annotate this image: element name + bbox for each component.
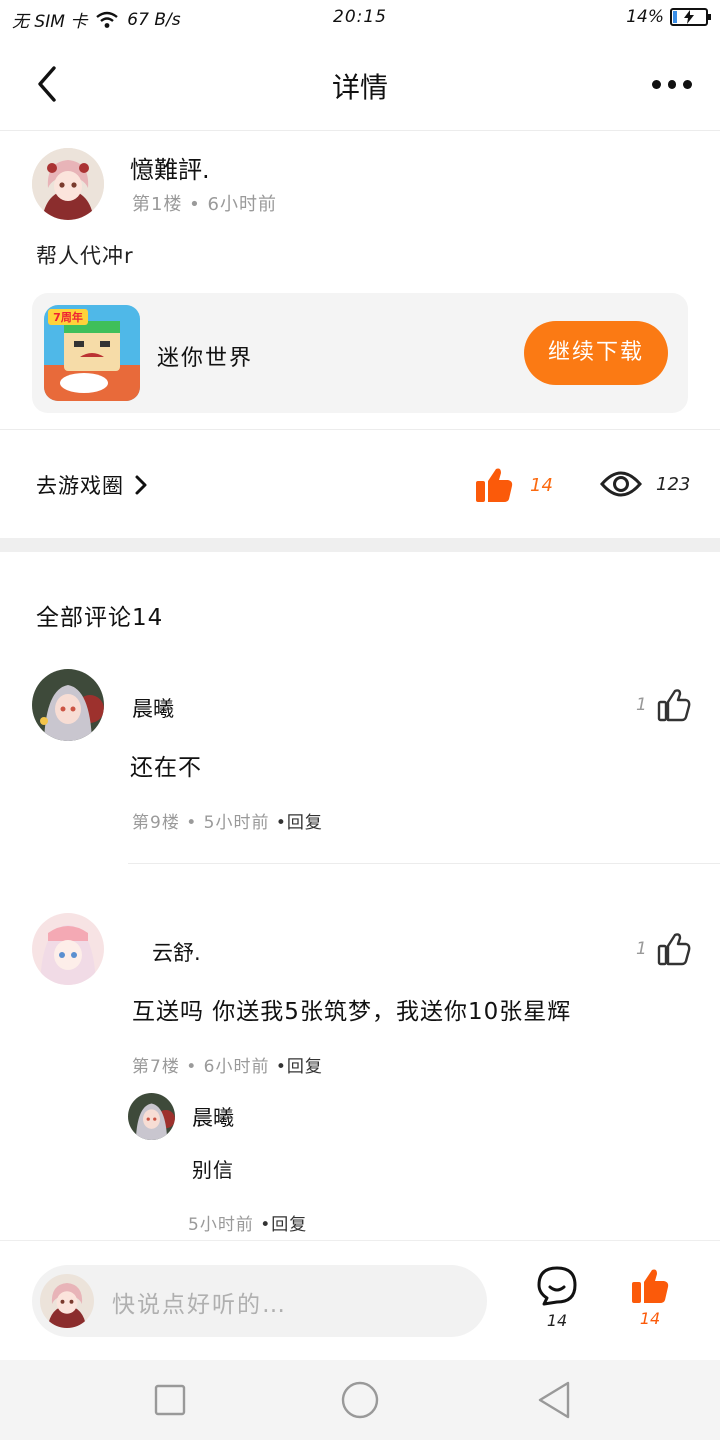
chevron-right-icon [135,475,147,495]
game-name: 迷你世界 [157,346,254,371]
thumbs-up-outline-icon [657,933,691,966]
comments-header: 全部评论14 [36,605,164,631]
sub-reply-time: 5小时前 [188,1215,254,1235]
sub-reply-meta: 5小时前 •回复 [188,1210,307,1235]
battery-icon [670,8,711,26]
avatar-image [40,1274,94,1328]
comment-text: 互送吗 你送我5张筑梦，我送你10张星辉 [132,999,572,1025]
go-game-circle-link[interactable]: 去游戏圈 [36,470,148,500]
comment-like-count: 1 [636,695,647,715]
bottom-like-button[interactable]: 14 [630,1267,670,1328]
comment-divider [128,863,720,864]
more-button[interactable] [652,72,693,96]
avatar-image [32,913,104,985]
post-views: 123 [600,464,690,504]
system-nav-bar [0,1360,720,1440]
avatar-image [128,1093,175,1140]
thumbs-up-icon [632,1269,669,1303]
comment-meta: 第7楼 • 6小时前 •回复 [132,1052,323,1077]
thumbs-up-outline-icon [657,689,691,722]
nav-divider [0,130,720,131]
game-icon-badge: 7周年 [53,310,83,324]
comment-author[interactable]: 云舒. [152,937,201,967]
more-icon-dot [667,79,677,89]
sub-reply-avatar[interactable] [128,1093,175,1140]
more-icon-dot [683,79,693,89]
more-icon-dot [652,79,661,89]
reply-link[interactable]: •回复 [260,1215,307,1235]
battery-fill [673,11,678,23]
post-like-count: 14 [530,474,553,496]
back-triangle-icon[interactable] [536,1380,572,1420]
game-icon-image: 7周年 [44,305,140,401]
comment-like-button[interactable]: 1 [636,688,691,722]
comment-count-button[interactable]: 14 [536,1265,578,1330]
section-separator [0,538,720,552]
bottom-like-count: 14 [639,1309,661,1328]
continue-download-button[interactable]: 继续下载 [524,321,668,385]
post-like-button[interactable]: 14 [474,466,553,504]
comment-count: 14 [546,1311,568,1330]
comment-meta: 第9楼 • 5小时前 •回复 [132,808,323,833]
status-right: 14% [626,7,711,27]
comment-like-count: 1 [636,939,647,959]
reply-link[interactable]: •回复 [276,1057,323,1077]
post-action-row: 去游戏圈 14 123 [0,430,720,538]
comment-author[interactable]: 晨曦 [132,693,174,723]
comment-avatar[interactable] [32,669,104,741]
reply-link[interactable]: •回复 [276,813,323,833]
comment-meta-info: 第9楼 • 5小时前 [132,813,270,833]
status-bar: 无 SIM 卡 67 B/s 20:15 14% [0,0,720,36]
sub-reply-text: 别信 [192,1158,234,1182]
my-avatar [40,1274,94,1328]
page-title: 详情 [331,71,388,104]
avatar-image [32,669,104,741]
charging-bolt-icon [684,10,694,24]
nav-bar: 详情 [0,36,720,130]
thumbs-up-icon [476,468,513,502]
comment-meta-info: 第7楼 • 6小时前 [132,1057,270,1077]
home-icon[interactable] [340,1380,380,1420]
comment-avatar[interactable] [32,913,104,985]
avatar-image [32,148,104,220]
battery-percent: 14% [626,7,664,27]
chat-bubble-icon [537,1266,577,1306]
comment-like-button[interactable]: 1 [636,932,691,966]
bottom-input-bar: 快说点好听的… 14 14 [0,1240,720,1360]
post-meta: 第1楼 • 6小时前 [132,194,277,215]
sub-reply-author[interactable]: 晨曦 [192,1102,234,1132]
post-view-count: 123 [656,473,691,495]
game-icon: 7周年 [44,305,140,401]
post-author-avatar[interactable] [32,148,104,220]
comment-text: 还在不 [130,755,202,781]
recent-apps-icon[interactable] [154,1380,186,1420]
clock: 20:15 [333,7,387,27]
comment-input-placeholder: 快说点好听的… [112,1292,287,1318]
post-author-name[interactable]: 憶難評. [130,150,210,185]
post-body: 帮人代冲r [36,244,134,268]
eye-icon [600,471,642,497]
comment-input[interactable]: 快说点好听的… [32,1265,487,1337]
go-game-circle-label: 去游戏圈 [36,474,124,498]
game-card[interactable]: 7周年 迷你世界 继续下载 [32,293,688,413]
